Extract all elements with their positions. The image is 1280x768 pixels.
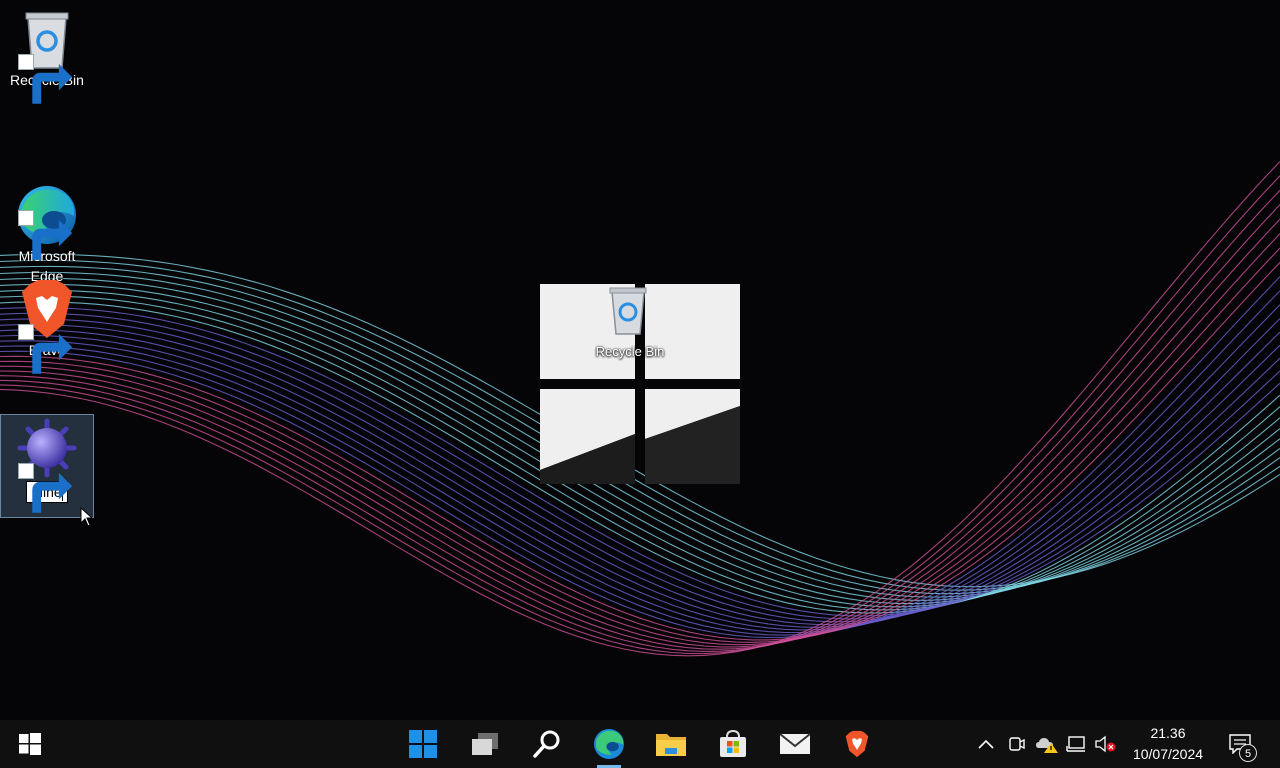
shortcut-arrow-icon <box>18 324 73 374</box>
mouse-cursor-icon <box>80 507 92 527</box>
desktop-icon-brave[interactable]: Brave <box>0 278 94 374</box>
action-center-button[interactable] <box>1222 720 1258 768</box>
tray-volume[interactable] <box>1093 720 1117 768</box>
taskbar-microsoft-store[interactable] <box>709 720 757 768</box>
windows-11-logo-icon <box>409 730 437 758</box>
taskbar-brave[interactable] <box>833 720 881 768</box>
taskbar-mail[interactable] <box>771 720 819 768</box>
task-view-icon <box>472 733 498 755</box>
network-icon <box>1066 736 1085 752</box>
desktop-icon-recycle-bin[interactable]: Recycle Bin <box>0 8 94 104</box>
meet-now-icon <box>1009 737 1025 751</box>
tray-meet-now[interactable] <box>1006 720 1028 768</box>
center-overlay-label: Recycle Bin <box>595 344 665 359</box>
notification-count-badge: 5 <box>1239 744 1257 762</box>
volume-muted-icon <box>1095 735 1116 753</box>
tray-weather[interactable] <box>1034 720 1060 768</box>
chevron-up-icon <box>978 739 994 749</box>
taskbar: 21.36 10/07/2024 <box>0 720 1280 768</box>
taskbar-windows11-logo[interactable] <box>399 720 447 768</box>
desktop-icon-minesweeper[interactable]: Mine <box>0 414 94 518</box>
microsoft-store-icon <box>720 729 746 757</box>
show-hidden-icons-button[interactable] <box>974 720 998 768</box>
edge-icon <box>594 729 624 759</box>
brave-icon <box>845 730 869 758</box>
file-explorer-icon <box>656 734 686 756</box>
shortcut-arrow-icon <box>18 54 73 104</box>
taskbar-search[interactable] <box>523 720 571 768</box>
windows-start-icon <box>19 733 41 755</box>
taskbar-edge[interactable] <box>585 720 633 768</box>
tray-network[interactable] <box>1064 720 1088 768</box>
shortcut-arrow-icon <box>18 463 73 513</box>
taskbar-file-explorer[interactable] <box>647 720 695 768</box>
mail-icon <box>779 733 811 754</box>
clock-time: 21.36 <box>1150 725 1186 741</box>
clock-date: 10/07/2024 <box>1132 746 1204 762</box>
search-icon <box>533 730 560 758</box>
start-button[interactable] <box>6 720 54 768</box>
recycle-bin-icon <box>609 287 647 335</box>
shortcut-arrow-icon <box>18 210 73 260</box>
taskbar-task-view[interactable] <box>461 720 509 768</box>
weather-warning-icon <box>1036 738 1058 753</box>
tray-clock[interactable]: 21.36 10/07/2024 <box>1124 720 1212 768</box>
